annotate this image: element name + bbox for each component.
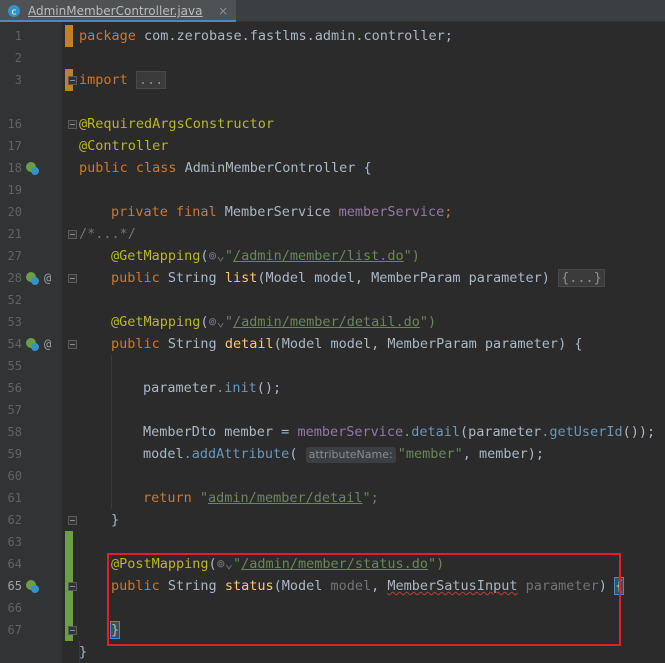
line-number: 56 (7, 381, 22, 395)
code-line-27: @GetMapping(⊚⌄"/admin/member/list.do") (111, 248, 420, 264)
vcs-modified-marker[interactable] (65, 25, 73, 47)
tab-label: AdminMemberController.java (28, 4, 203, 18)
code-line-18: public class AdminMemberController { (79, 160, 372, 176)
fold-imports-icon[interactable] (68, 76, 77, 85)
code-line-3: import ... (79, 69, 167, 91)
annotation-at-icon[interactable]: @ (44, 267, 51, 289)
line-number: 27 (7, 249, 22, 263)
fold-method-icon[interactable] (68, 274, 77, 283)
line-number: 1 (14, 29, 22, 43)
line-number: 57 (7, 403, 22, 417)
code-line-56: parameter.init(); (143, 380, 282, 396)
line-number: 16 (7, 117, 22, 131)
line-number: 55 (7, 359, 22, 373)
line-number: 21 (7, 227, 22, 241)
line-number: 17 (7, 139, 22, 153)
code-line-68: } (79, 644, 88, 660)
line-number: 19 (7, 183, 22, 197)
highlight-annotation-box (107, 553, 621, 646)
line-number: 66 (7, 601, 22, 615)
line-number: 63 (7, 535, 22, 549)
parameter-hint: attributeName: (305, 447, 396, 463)
code-line-54: public String detail(Model model, Member… (111, 336, 583, 352)
spring-request-mapping-icon[interactable] (25, 271, 40, 286)
folded-method-body[interactable]: {...} (558, 269, 605, 287)
line-number: 53 (7, 315, 22, 329)
svg-text:c: c (12, 8, 17, 18)
code-line-59: model.addAttribute( attributeName: "membe… (143, 446, 545, 463)
line-number: 52 (7, 293, 22, 307)
editor-tab-admin-member-controller[interactable]: c AdminMemberController.java × (0, 0, 237, 22)
folded-comment[interactable]: /*...*/ (79, 226, 136, 242)
line-number: 61 (7, 491, 22, 505)
line-number: 64 (7, 557, 22, 571)
line-number: 18 (7, 161, 22, 175)
line-number: 20 (7, 205, 22, 219)
folded-imports[interactable]: ... (135, 71, 167, 89)
code-line-20: private final MemberService memberServic… (111, 204, 453, 220)
code-line-62: } (111, 512, 120, 528)
spring-bean-icon[interactable] (25, 161, 40, 176)
java-class-file-icon: c (8, 5, 20, 18)
url-link[interactable]: /admin/member/list.do (233, 248, 404, 264)
close-tab-icon[interactable]: × (218, 4, 228, 18)
line-number: 3 (14, 73, 22, 87)
indent-guide (111, 355, 112, 509)
code-line-16: @RequiredArgsConstructor (79, 116, 275, 132)
template-link[interactable]: admin/member/detail (208, 490, 362, 506)
line-number: 60 (7, 469, 22, 483)
line-number: 54 (7, 337, 22, 351)
code-line-61: return "admin/member/detail"; (143, 490, 379, 506)
line-number: 28 (7, 271, 22, 285)
fold-end-icon[interactable] (68, 626, 77, 635)
fold-end-icon[interactable] (68, 516, 77, 525)
line-number-current: 65 (7, 579, 22, 593)
spring-request-mapping-icon[interactable] (25, 579, 40, 594)
fold-method-icon[interactable] (68, 340, 77, 349)
code-line-1: package com.zerobase.fastlms.admin.contr… (79, 28, 453, 44)
line-number: 58 (7, 425, 22, 439)
line-number: 59 (7, 447, 22, 461)
line-number: 62 (7, 513, 22, 527)
fold-icon[interactable] (68, 120, 77, 129)
code-line-21: /*...*/ (79, 223, 136, 245)
line-number: 67 (7, 623, 22, 637)
url-link[interactable]: /admin/member/detail.do (233, 314, 420, 330)
fold-method-icon[interactable] (68, 582, 77, 591)
annotation-at-icon[interactable]: @ (44, 333, 51, 355)
code-line-17: @Controller (79, 138, 169, 154)
editor-tab-bar: c AdminMemberController.java × (0, 0, 665, 22)
code-line-53: @GetMapping(⊚⌄"/admin/member/detail.do") (111, 314, 437, 330)
spring-request-mapping-icon[interactable] (25, 337, 40, 352)
code-line-58: MemberDto member = memberService.detail(… (143, 424, 656, 440)
code-line-28: public String list(Model model, MemberPa… (111, 267, 605, 289)
line-number: 2 (14, 51, 22, 65)
fold-comment-icon[interactable] (68, 230, 77, 239)
